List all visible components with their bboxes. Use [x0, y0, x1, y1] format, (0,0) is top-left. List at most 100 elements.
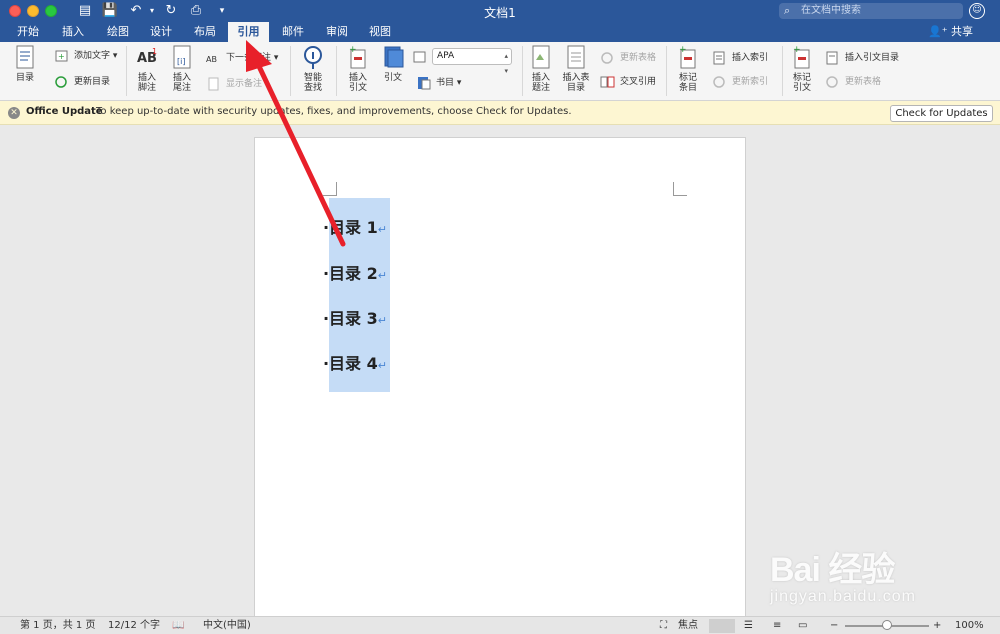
update-title: Office Update	[26, 106, 103, 117]
feedback-smiley-icon[interactable]: ☺	[969, 3, 985, 19]
refresh-icon	[55, 76, 67, 88]
table-of-figures-icon	[567, 45, 585, 69]
cross-reference-button[interactable]: 交叉引用	[600, 74, 656, 90]
insert-toa-button[interactable]: 插入引文目录	[825, 50, 899, 66]
title-bar: ▤ 💾 ↶ ▾ ↻ ⎙ ▾ 文档1 ⌕ 在文档中搜索 ☺	[0, 0, 1000, 22]
tab-review[interactable]: 审阅	[317, 22, 357, 42]
ribbon-separator	[522, 46, 523, 96]
update-table-button[interactable]: 更新表格	[600, 50, 656, 66]
toc-button[interactable]: 目录	[8, 44, 42, 83]
zoom-in-button[interactable]: +	[933, 619, 941, 633]
mark-citation-icon: +	[793, 45, 810, 69]
dismiss-update-icon[interactable]: ✕	[8, 107, 20, 119]
update-index-button[interactable]: 更新索引	[712, 74, 768, 90]
insert-citation-button[interactable]: + 插入 引文	[342, 44, 374, 93]
status-bar: 第 1 页，共 1 页 12/12 个字 📖 中文(中国) ⛶ 焦点 ☰ ≡ ▭…	[0, 616, 1000, 634]
insert-table-of-figures-label: 插入表 目录	[562, 73, 590, 93]
insert-index-icon	[713, 51, 725, 65]
smart-lookup-icon	[304, 46, 322, 69]
focus-icon[interactable]: ⛶	[660, 619, 667, 633]
svg-text:[i]: [i]	[177, 57, 185, 66]
mark-citation-label: 标记 引文	[792, 73, 811, 93]
zoom-percentage[interactable]: 100%	[955, 619, 984, 633]
paragraph-mark-icon: ↵	[377, 314, 387, 327]
smart-lookup-label: 智能 查找	[303, 73, 322, 93]
next-footnote-icon: AB	[206, 55, 217, 64]
page-count[interactable]: 第 1 页，共 1 页	[20, 619, 95, 633]
ribbon-separator	[126, 46, 127, 96]
svg-text:1: 1	[152, 47, 157, 56]
citation-style-select[interactable]: APA ▴ ▾	[432, 48, 512, 75]
share-button[interactable]: 👤⁺ 共享	[928, 22, 973, 42]
insert-footnote-label: 插入 脚注	[137, 73, 156, 93]
zoom-out-button[interactable]: −	[830, 619, 838, 633]
tab-view[interactable]: 视图	[360, 22, 400, 42]
mark-entry-button[interactable]: + 标记 条目	[672, 44, 704, 93]
insert-citation-label: 插入 引文	[348, 73, 367, 93]
toc-heading-line[interactable]: ·目录 1↵	[323, 214, 387, 238]
mark-entry-icon: +	[679, 45, 696, 69]
web-layout-view-icon[interactable]: ☰	[744, 619, 753, 633]
outline-view-icon[interactable]: ≡	[773, 619, 781, 633]
office-update-bar: ✕ Office Update To keep up-to-date with …	[0, 101, 1000, 125]
toc-heading-line[interactable]: ·目录 3↵	[323, 305, 387, 329]
tab-mailings[interactable]: 邮件	[273, 22, 313, 42]
mark-entry-label: 标记 条目	[678, 73, 697, 93]
search-icon: ⌕	[784, 4, 791, 17]
update-index-icon	[713, 76, 725, 88]
tab-design[interactable]: 设计	[141, 22, 181, 42]
show-notes-button[interactable]: 显示备注	[206, 76, 262, 92]
next-footnote-button[interactable]: AB 下一条脚注 ▾	[206, 50, 278, 66]
toc-heading-line[interactable]: ·目录 4↵	[323, 350, 387, 374]
document-page[interactable]: ·目录 1↵ ·目录 2↵ ·目录 3↵ ·目录 4↵	[254, 137, 746, 627]
table-of-contents-icon	[16, 45, 34, 69]
update-toc-button[interactable]: 更新目录	[54, 74, 110, 90]
mark-citation-button[interactable]: + 标记 引文	[786, 44, 818, 93]
draft-view-icon[interactable]: ▭	[798, 619, 807, 633]
paragraph-mark-icon: ↵	[377, 223, 387, 236]
zoom-slider-handle[interactable]	[882, 620, 892, 630]
update-toa-button[interactable]: 更新表格	[825, 74, 881, 90]
heading-text: 目录 3	[329, 309, 378, 328]
tab-home[interactable]: 开始	[8, 22, 48, 42]
insert-table-of-figures-button[interactable]: 插入表 目录	[560, 44, 592, 93]
search-input[interactable]: ⌕ 在文档中搜索	[779, 3, 963, 19]
show-notes-icon	[208, 77, 219, 91]
insert-footnote-button[interactable]: AB 1 插入 脚注	[132, 44, 162, 93]
toc-heading-line[interactable]: ·目录 2↵	[323, 260, 387, 284]
add-text-button[interactable]: + 添加文字 ▾	[54, 48, 117, 64]
word-count[interactable]: 12/12 个字	[108, 619, 160, 633]
ribbon-tabs: 开始 插入 绘图 设计 布局 引用 邮件 审阅 视图 👤⁺ 共享	[0, 22, 1000, 42]
tab-layout[interactable]: 布局	[185, 22, 225, 42]
insert-endnote-button[interactable]: [i] 插入 尾注	[166, 44, 198, 93]
update-toa-label: 更新表格	[845, 77, 882, 87]
manage-sources-icon[interactable]	[412, 50, 427, 64]
cross-reference-icon	[600, 76, 615, 88]
svg-text:+: +	[679, 45, 687, 55]
svg-text:+: +	[793, 45, 801, 55]
focus-mode-button[interactable]: 焦点	[678, 619, 698, 633]
bibliography-button[interactable]: 书目 ▾	[416, 75, 461, 91]
smart-lookup-button[interactable]: 智能 查找	[296, 44, 330, 93]
ribbon-separator	[290, 46, 291, 96]
search-placeholder: 在文档中搜索	[801, 5, 861, 16]
insert-index-button[interactable]: 插入索引	[712, 50, 768, 66]
tab-references[interactable]: 引用	[228, 22, 269, 42]
tab-draw[interactable]: 绘图	[98, 22, 138, 42]
citations-button[interactable]: 引文	[378, 44, 408, 83]
toc-label: 目录	[15, 73, 34, 83]
svg-text:AB: AB	[206, 55, 217, 64]
insert-citation-icon: +	[349, 45, 366, 69]
tab-insert[interactable]: 插入	[53, 22, 93, 42]
language-indicator[interactable]: 中文(中国)	[203, 619, 251, 633]
citations-label: 引文	[383, 73, 402, 83]
insert-caption-button[interactable]: 插入 题注	[527, 44, 555, 93]
update-toc-label: 更新目录	[74, 77, 111, 87]
watermark-url: jingyan.baidu.com	[770, 588, 916, 605]
citation-style-value: APA	[437, 51, 455, 61]
check-for-updates-button[interactable]: Check for Updates	[890, 105, 993, 122]
proofing-icon[interactable]: 📖	[172, 619, 184, 633]
insert-toa-label: 插入引文目录	[845, 53, 900, 63]
print-layout-view-icon[interactable]	[709, 619, 735, 633]
margin-corner-mark	[673, 182, 687, 196]
